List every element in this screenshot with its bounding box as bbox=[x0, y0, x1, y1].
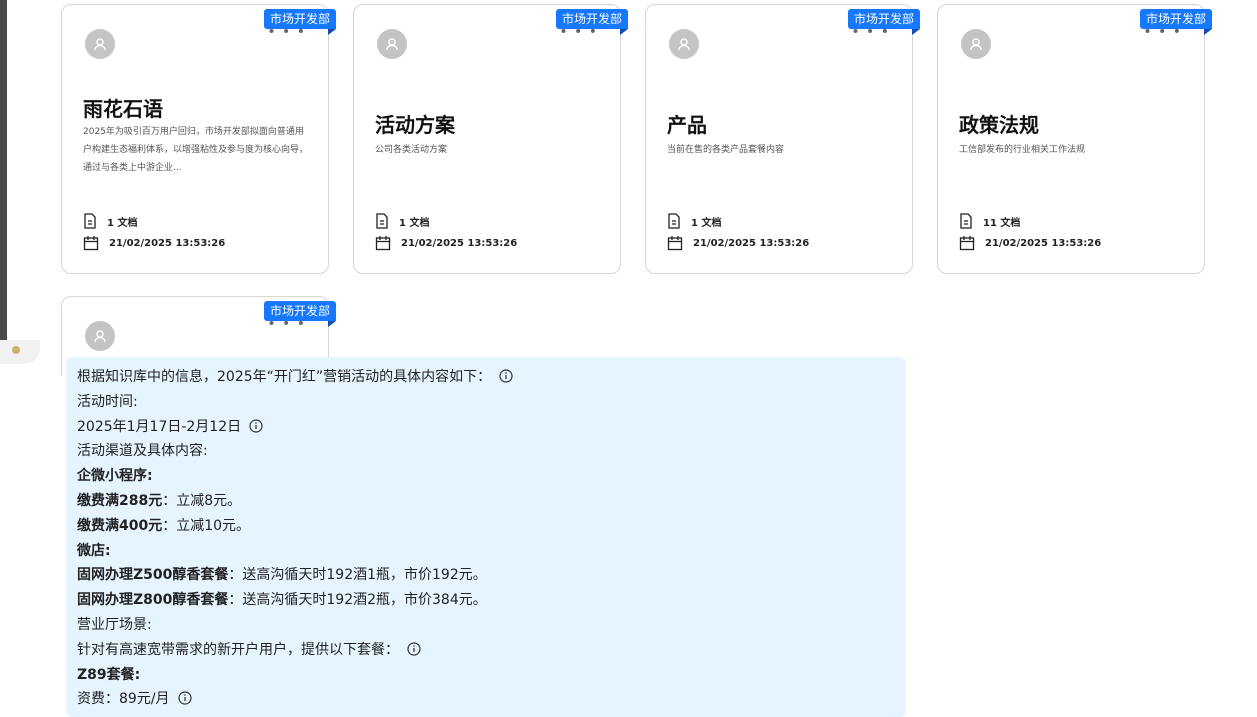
user-icon bbox=[669, 29, 699, 59]
more-dots-icon[interactable]: • • • bbox=[267, 317, 306, 331]
answer-bold: 固网办理Z800醇香套餐 bbox=[77, 592, 229, 609]
answer-bold: 固网办理Z500醇香套餐 bbox=[77, 567, 229, 584]
doc-count: 11 文档 bbox=[959, 213, 1020, 229]
knowledge-card[interactable]: 市场开发部 • • • 产品 当前在售的各类产品套餐内容 1 文档 21/02/… bbox=[645, 4, 921, 274]
calendar-icon bbox=[959, 236, 975, 251]
answer-line: ：立减10元。 bbox=[162, 517, 251, 534]
info-icon[interactable] bbox=[499, 369, 513, 383]
assistant-answer: 根据知识库中的信息，2025年“开门红”营销活动的具体内容如下： 活动时间: 2… bbox=[66, 357, 906, 717]
card-date: 21/02/2025 13:53:26 bbox=[83, 235, 225, 251]
card-description: 当前在售的各类产品套餐内容 bbox=[667, 145, 785, 155]
more-dots-icon[interactable]: • • • bbox=[1143, 25, 1182, 39]
more-dots-icon[interactable]: • • • bbox=[559, 25, 598, 39]
card-description: 公司各类活动方案 bbox=[375, 145, 448, 155]
user-icon bbox=[377, 29, 407, 59]
date-label: 21/02/2025 13:53:26 bbox=[109, 237, 226, 249]
user-icon bbox=[85, 29, 115, 59]
knowledge-card[interactable]: 市场开发部 • • • 政策法规 工信部发布的行业相关工作法规 11 文档 21… bbox=[937, 4, 1213, 274]
assistant-avatar bbox=[0, 340, 40, 364]
card-title: 雨花石语 bbox=[83, 97, 163, 121]
card-date: 21/02/2025 13:53:26 bbox=[959, 235, 1101, 251]
answer-line: ：送高沟循天时192酒1瓶，市价192元。 bbox=[228, 567, 487, 584]
left-panel-edge bbox=[0, 0, 7, 354]
answer-bold: 缴费满400元 bbox=[77, 517, 163, 534]
info-icon[interactable] bbox=[407, 642, 421, 656]
user-icon bbox=[961, 29, 991, 59]
doc-count: 1 文档 bbox=[83, 213, 137, 229]
calendar-icon bbox=[667, 236, 683, 251]
answer-heading: 企微小程序: bbox=[77, 468, 153, 485]
calendar-icon bbox=[375, 236, 391, 251]
card-date: 21/02/2025 13:53:26 bbox=[375, 235, 517, 251]
info-icon[interactable] bbox=[177, 691, 192, 705]
answer-line: 针对有高速宽带需求的新开户用户，提供以下套餐： bbox=[77, 641, 399, 658]
answer-heading: Z89套餐: bbox=[77, 666, 141, 683]
answer-heading: 微店: bbox=[77, 542, 111, 559]
card-title: 产品 bbox=[667, 113, 707, 137]
card-date: 21/02/2025 13:53:26 bbox=[667, 235, 809, 251]
answer-line: ：立减8元。 bbox=[162, 492, 242, 509]
document-icon bbox=[376, 213, 388, 229]
answer-line: 营业厅场景: bbox=[77, 616, 152, 633]
answer-line: 资费：89元/月 bbox=[77, 691, 170, 708]
card-title: 政策法规 bbox=[959, 113, 1039, 137]
card-description: 2025年为吸引百万用户回归，市场开发部拟面向普通用户构建生态福利体系，以增强粘… bbox=[83, 127, 309, 173]
document-icon bbox=[84, 213, 96, 229]
more-dots-icon[interactable]: • • • bbox=[851, 25, 890, 39]
doc-count-label: 11 文档 bbox=[983, 217, 1021, 229]
answer-bold: 缴费满288元 bbox=[77, 492, 163, 509]
date-label: 21/02/2025 13:53:26 bbox=[693, 237, 810, 249]
answer-intro: 根据知识库中的信息，2025年“开门红”营销活动的具体内容如下： bbox=[77, 369, 492, 385]
doc-count-label: 1 文档 bbox=[107, 217, 138, 229]
card-title: 活动方案 bbox=[375, 113, 455, 137]
calendar-icon bbox=[83, 236, 99, 251]
date-label: 21/02/2025 13:53:26 bbox=[985, 237, 1102, 249]
answer-line: 活动渠道及具体内容: bbox=[77, 443, 208, 460]
answer-line: 活动时间: bbox=[77, 393, 138, 410]
doc-count-label: 1 文档 bbox=[691, 217, 722, 229]
document-icon bbox=[668, 213, 680, 229]
user-icon bbox=[85, 321, 115, 351]
doc-count-label: 1 文档 bbox=[399, 217, 430, 229]
answer-line: 2025年1月17日-2月12日 bbox=[77, 418, 242, 435]
document-icon bbox=[960, 213, 972, 229]
date-label: 21/02/2025 13:53:26 bbox=[401, 237, 518, 249]
knowledge-card[interactable]: 市场开发部 • • • 活动方案 公司各类活动方案 1 文档 21/02/202… bbox=[353, 4, 629, 274]
doc-count: 1 文档 bbox=[375, 213, 429, 229]
card-description: 工信部发布的行业相关工作法规 bbox=[959, 145, 1086, 155]
answer-line: ：送高沟循天时192酒2瓶，市价384元。 bbox=[228, 592, 487, 609]
more-dots-icon[interactable]: • • • bbox=[267, 25, 306, 39]
doc-count: 1 文档 bbox=[667, 213, 721, 229]
knowledge-card[interactable]: 市场开发部 • • • 雨花石语 2025年为吸引百万用户回归，市场开发部拟面向… bbox=[61, 4, 337, 274]
info-icon[interactable] bbox=[249, 418, 263, 433]
